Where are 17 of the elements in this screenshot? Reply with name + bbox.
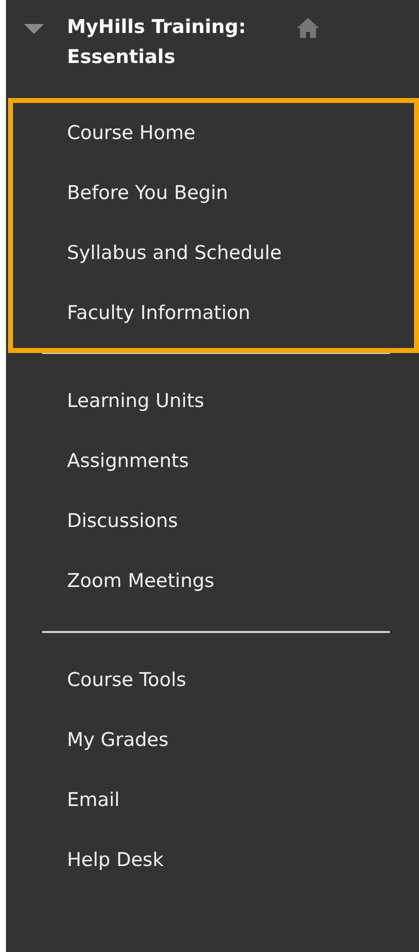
menu-link[interactable]: Syllabus and Schedule: [13, 223, 282, 283]
collapse-toggle[interactable]: [24, 22, 44, 36]
menu-link[interactable]: Help Desk: [13, 830, 164, 890]
menu-link[interactable]: Before You Begin: [13, 163, 228, 223]
menu-link[interactable]: Email: [13, 770, 120, 830]
home-icon: [297, 18, 319, 38]
menu-link[interactable]: Discussions: [13, 491, 178, 551]
menu-link[interactable]: My Grades: [13, 710, 169, 770]
triangle-icon: [24, 22, 44, 36]
home-button[interactable]: [297, 18, 319, 38]
menu-link[interactable]: Assignments: [13, 431, 189, 491]
menu-link[interactable]: Course Home: [13, 103, 196, 163]
menu-link[interactable]: Course Tools: [13, 650, 186, 710]
menu-link[interactable]: Learning Units: [13, 371, 204, 431]
menu-link[interactable]: Zoom Meetings: [13, 551, 214, 611]
menu-link[interactable]: Faculty Information: [13, 283, 250, 343]
course-title: MyHills Training: Essentials: [67, 15, 247, 70]
